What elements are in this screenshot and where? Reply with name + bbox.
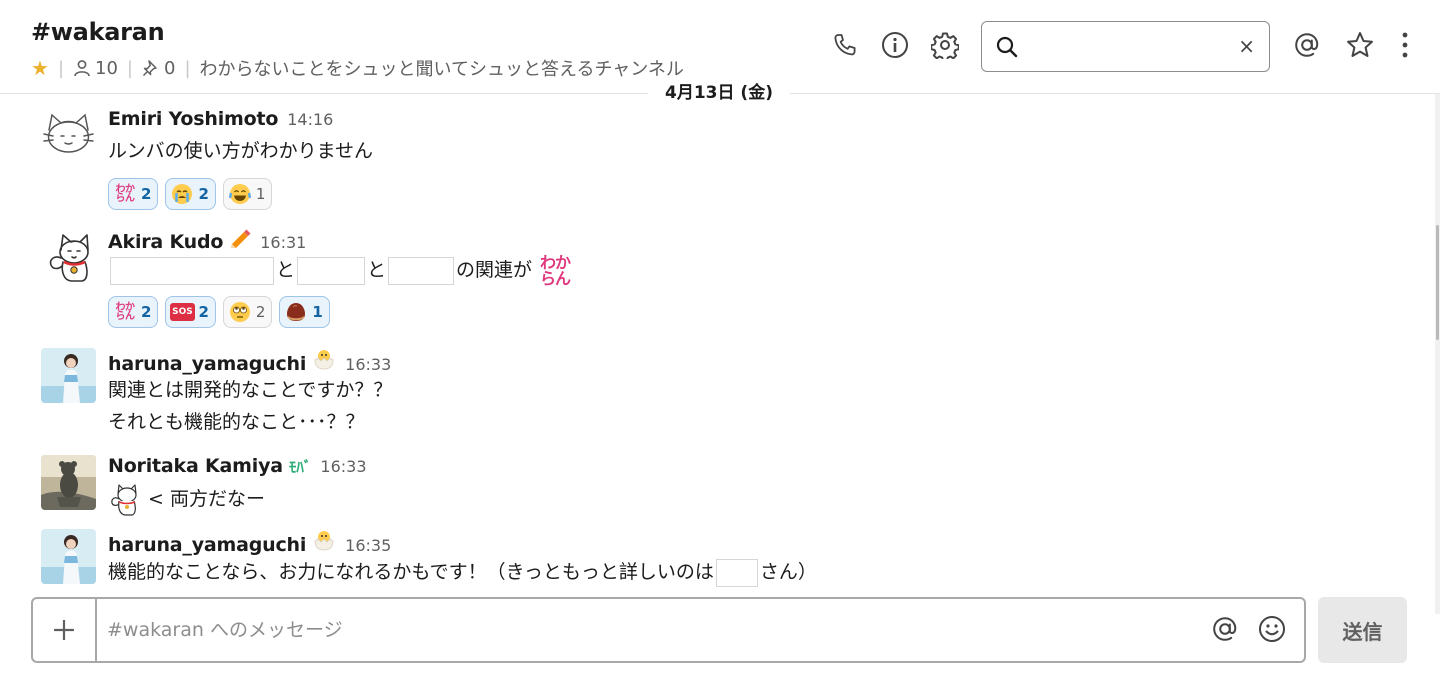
hatching-chick-status-icon xyxy=(312,348,336,374)
meta-divider: | xyxy=(184,57,191,79)
avatar[interactable] xyxy=(41,529,96,584)
reaction-count: 1 xyxy=(312,303,323,321)
message-text: < 両方だなー xyxy=(108,482,265,516)
scrollbar-track[interactable] xyxy=(1435,94,1440,614)
mobile-status-icon: ﾓﾊﾞ xyxy=(288,458,312,476)
author-name[interactable]: Emiri Yoshimoto xyxy=(108,108,278,130)
star-icon[interactable]: ★ xyxy=(31,56,49,80)
avatar[interactable] xyxy=(41,110,96,165)
meta-divider: | xyxy=(57,57,65,79)
redacted-text xyxy=(297,256,366,285)
mention-icon[interactable] xyxy=(1210,614,1240,648)
message-text: ルンバの使い方がわかりません xyxy=(108,140,374,162)
pinned-count-value: 0 xyxy=(164,57,176,79)
mentions-icon[interactable] xyxy=(1292,30,1322,60)
gear-icon[interactable] xyxy=(930,30,960,60)
more-icon[interactable] xyxy=(1390,30,1420,60)
person-icon xyxy=(74,60,90,77)
author-name[interactable]: haruna_yamaguchi xyxy=(108,534,306,556)
message-input[interactable] xyxy=(107,615,1197,647)
reaction-count: 2 xyxy=(198,185,209,203)
emoji-picker-icon[interactable] xyxy=(1257,614,1287,648)
send-button[interactable]: 送信 xyxy=(1318,597,1407,663)
wakaran-emoji-icon: わか らん xyxy=(115,301,136,322)
meta-divider: | xyxy=(126,57,133,79)
timestamp[interactable]: 16:33 xyxy=(320,457,366,476)
sos-emoji-icon: SOS xyxy=(170,300,195,324)
reaction-count: 2 xyxy=(198,303,209,321)
author-name[interactable]: Noritaka Kamiya xyxy=(108,455,283,477)
reaction-bar: わか らん 2 SOS 2 2 1 xyxy=(108,296,330,328)
reaction-wakaran[interactable]: わか らん 2 xyxy=(108,178,159,210)
info-icon[interactable] xyxy=(880,30,910,60)
channel-meta: ★ | 10 | 0 | わからないことをシュッと聞いてシュッと答えるチャンネル xyxy=(31,56,684,80)
author-name[interactable]: haruna_yamaguchi xyxy=(108,353,306,375)
search-icon xyxy=(996,36,1018,62)
message-header: haruna_yamaguchi 16:33 xyxy=(108,348,391,375)
date-divider[interactable]: 4月13日 (金) xyxy=(648,79,790,107)
wakaran-emoji-icon: わか らん xyxy=(115,183,136,204)
message-text: 関連とは開発的なことですか？？ xyxy=(108,379,393,401)
author-name[interactable]: Akira Kudo xyxy=(108,231,223,253)
chestnut-emoji-icon xyxy=(284,300,308,324)
reaction-sob[interactable]: 2 xyxy=(165,178,216,210)
message-composer xyxy=(31,597,1306,663)
sob-emoji-icon xyxy=(170,182,194,206)
channel-topic[interactable]: わからないことをシュッと聞いてシュッと答えるチャンネル xyxy=(200,55,684,81)
timestamp[interactable]: 16:33 xyxy=(345,355,391,374)
avatar[interactable] xyxy=(41,228,96,283)
reaction-bar: わか らん 2 2 1 xyxy=(108,178,273,210)
reaction-count: 1 xyxy=(255,185,266,203)
message-text: 機能的なことなら、お力になれるかもです！（きっともっと詳しいのは さん） xyxy=(108,557,817,588)
message-header: Noritaka Kamiya ﾓﾊﾞ 16:33 xyxy=(108,455,367,477)
timestamp[interactable]: 14:16 xyxy=(287,110,333,129)
pencil-status-icon xyxy=(229,228,251,252)
avatar[interactable] xyxy=(41,455,96,510)
hatching-chick-status-icon xyxy=(312,529,336,555)
plus-icon xyxy=(54,620,74,640)
channel-title[interactable]: #wakaran xyxy=(31,18,165,46)
rolling-eyes-emoji-icon xyxy=(228,300,252,324)
message-header: haruna_yamaguchi 16:35 xyxy=(108,529,391,556)
clear-search-button[interactable]: × xyxy=(1238,34,1255,58)
message-header: Emiri Yoshimoto 14:16 xyxy=(108,108,333,130)
joy-emoji-icon xyxy=(228,182,252,206)
message-text: と と の関連が わか らん xyxy=(108,253,571,288)
pin-icon xyxy=(142,60,157,77)
reaction-count: 2 xyxy=(255,303,266,321)
timestamp[interactable]: 16:35 xyxy=(345,536,391,555)
timestamp[interactable]: 16:31 xyxy=(260,233,306,252)
pinned-count[interactable]: 0 xyxy=(142,58,175,79)
star-outline-icon[interactable] xyxy=(1345,30,1375,60)
member-count-value: 10 xyxy=(95,57,118,79)
reaction-sos[interactable]: SOS 2 xyxy=(165,296,216,328)
maneki-neko-emoji-icon xyxy=(108,482,142,516)
attach-button[interactable] xyxy=(33,599,97,661)
scrollbar-thumb[interactable] xyxy=(1436,225,1439,340)
reaction-count: 2 xyxy=(141,185,152,203)
message-text: それとも機能的なこと･･･？？ xyxy=(108,411,365,433)
redacted-text xyxy=(388,256,455,285)
reaction-wakaran[interactable]: わか らん 2 xyxy=(108,296,159,328)
reaction-rolling-eyes[interactable]: 2 xyxy=(222,296,273,328)
avatar[interactable] xyxy=(41,348,96,403)
message-header: Akira Kudo 16:31 xyxy=(108,228,306,253)
reaction-chestnut[interactable]: 1 xyxy=(279,296,330,328)
search-box[interactable]: × xyxy=(981,21,1270,72)
reaction-count: 2 xyxy=(141,303,152,321)
redacted-text xyxy=(715,558,758,587)
redacted-text xyxy=(110,256,274,285)
member-count[interactable]: 10 xyxy=(73,58,118,79)
search-input[interactable] xyxy=(1026,32,1226,62)
phone-icon[interactable] xyxy=(830,30,860,60)
wakaran-emoji-icon: わか らん xyxy=(540,253,571,288)
reaction-joy[interactable]: 1 xyxy=(222,178,273,210)
